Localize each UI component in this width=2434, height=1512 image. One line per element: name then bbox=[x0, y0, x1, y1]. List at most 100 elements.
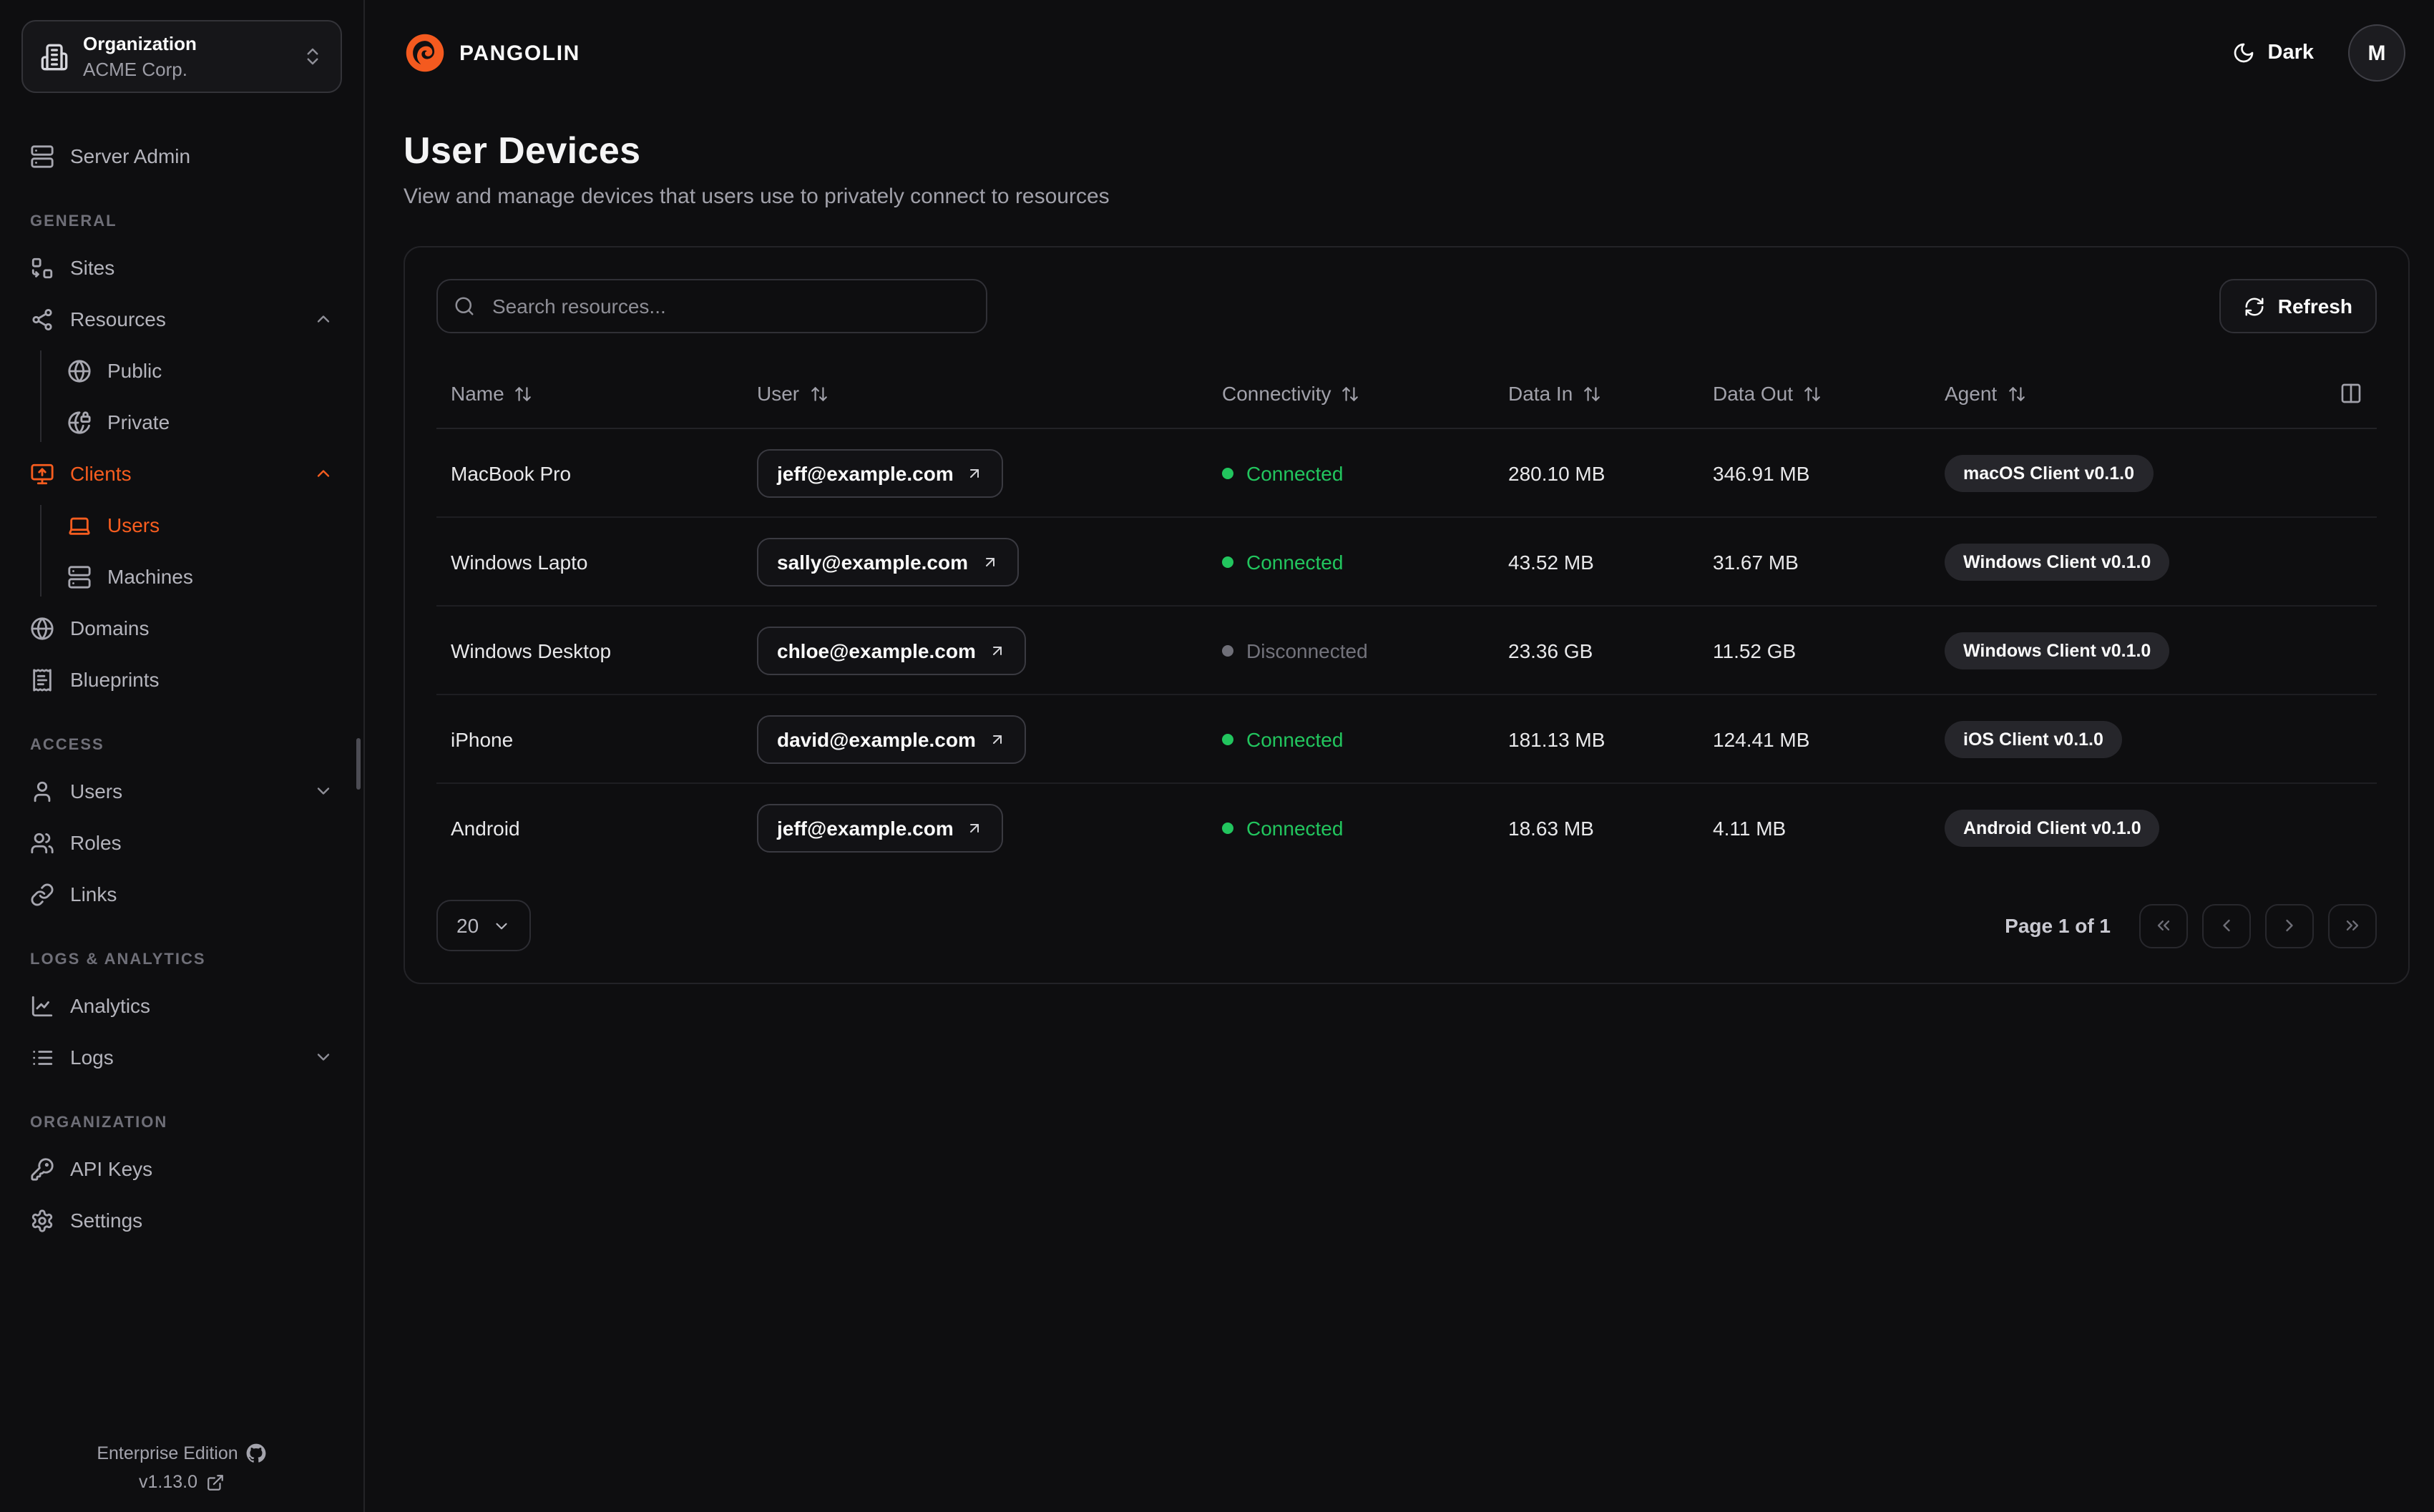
pangolin-logo-icon bbox=[404, 31, 446, 74]
top-bar: PANGOLIN Dark M bbox=[365, 0, 2434, 106]
user-link-button[interactable]: jeff@example.com bbox=[757, 803, 1004, 852]
column-header-data-out[interactable]: Data Out bbox=[1713, 382, 1945, 405]
key-icon bbox=[30, 1157, 54, 1181]
sidebar-item-label: Roles bbox=[70, 831, 122, 855]
edition-label: Enterprise Edition bbox=[97, 1443, 238, 1463]
sidebar-nav: Server Admin GENERAL Sites Resources Pub… bbox=[21, 130, 342, 1246]
data-in: 43.52 MB bbox=[1508, 550, 1594, 573]
table-header-row: Name User Connectivity Data In Data Out … bbox=[436, 359, 2377, 429]
sidebar-item-domains[interactable]: Domains bbox=[21, 602, 342, 654]
sidebar-item-private[interactable]: Private bbox=[59, 396, 342, 448]
page-title: User Devices bbox=[404, 129, 641, 172]
sidebar-item-label: Resources bbox=[70, 308, 166, 331]
agent-badge: Android Client v0.1.0 bbox=[1945, 809, 2160, 846]
gear-icon bbox=[30, 1208, 54, 1232]
sidebar-item-label: Logs bbox=[70, 1046, 114, 1069]
table-row: Windows Lapto sally@example.com Connecte… bbox=[436, 518, 2377, 607]
user-link-button[interactable]: chloe@example.com bbox=[757, 626, 1026, 674]
data-out: 124.41 MB bbox=[1713, 727, 1810, 750]
table-toolbar: Refresh bbox=[436, 279, 2377, 333]
arrow-up-right-icon bbox=[989, 730, 1006, 747]
globe-icon bbox=[67, 358, 92, 383]
data-in: 23.36 GB bbox=[1508, 639, 1593, 662]
sidebar-item-public[interactable]: Public bbox=[59, 345, 342, 396]
page-size-select[interactable]: 20 bbox=[436, 900, 531, 951]
theme-label: Dark bbox=[2267, 41, 2315, 64]
data-in: 280.10 MB bbox=[1508, 461, 1605, 484]
user-link-button[interactable]: sally@example.com bbox=[757, 537, 1018, 586]
first-page-button[interactable] bbox=[2139, 903, 2188, 948]
sidebar-item-clients-users[interactable]: Users bbox=[59, 499, 342, 551]
sidebar-item-links[interactable]: Links bbox=[21, 868, 342, 920]
column-header-name[interactable]: Name bbox=[451, 382, 757, 405]
sidebar-item-blueprints[interactable]: Blueprints bbox=[21, 654, 342, 705]
laptop-icon bbox=[67, 513, 92, 537]
column-header-data-in[interactable]: Data In bbox=[1508, 382, 1713, 405]
sidebar-item-roles[interactable]: Roles bbox=[21, 817, 342, 868]
user-link-button[interactable]: jeff@example.com bbox=[757, 448, 1004, 497]
table-row: MacBook Pro jeff@example.com Connected 2… bbox=[436, 429, 2377, 518]
sidebar-footer: Enterprise Edition v1.13.0 bbox=[0, 1435, 363, 1492]
globe-icon bbox=[30, 616, 54, 640]
section-label-logs-analytics: LOGS & ANALYTICS bbox=[30, 951, 206, 969]
data-in: 181.13 MB bbox=[1508, 727, 1605, 750]
sort-icon bbox=[1803, 384, 1822, 403]
clients-subnav: Users Machines bbox=[40, 499, 342, 602]
sidebar-item-settings[interactable]: Settings bbox=[21, 1194, 342, 1246]
data-out: 4.11 MB bbox=[1713, 816, 1787, 839]
user-link-button[interactable]: david@example.com bbox=[757, 715, 1026, 763]
device-name: MacBook Pro bbox=[451, 461, 572, 484]
data-out: 346.91 MB bbox=[1713, 461, 1810, 484]
chevron-down-icon bbox=[492, 916, 510, 935]
chevron-up-icon bbox=[313, 309, 333, 329]
section-label-access: ACCESS bbox=[30, 737, 104, 755]
section-label-general: GENERAL bbox=[30, 213, 117, 231]
connectivity-status: Connected bbox=[1222, 727, 1508, 750]
device-name: Android bbox=[451, 816, 520, 839]
org-switcher-title: Organization bbox=[83, 33, 197, 54]
next-page-button[interactable] bbox=[2265, 903, 2314, 948]
last-page-button[interactable] bbox=[2328, 903, 2377, 948]
sidebar-item-machines[interactable]: Machines bbox=[59, 551, 342, 602]
refresh-button[interactable]: Refresh bbox=[2219, 279, 2377, 333]
sidebar-item-analytics[interactable]: Analytics bbox=[21, 980, 342, 1031]
arrow-up-right-icon bbox=[967, 464, 984, 481]
columns-icon bbox=[2340, 382, 2362, 405]
sidebar-item-api-keys[interactable]: API Keys bbox=[21, 1143, 342, 1194]
column-header-user[interactable]: User bbox=[757, 382, 1222, 405]
sort-icon bbox=[514, 384, 533, 403]
sidebar-item-label: Blueprints bbox=[70, 668, 160, 692]
avatar[interactable]: M bbox=[2348, 24, 2405, 82]
github-icon[interactable] bbox=[247, 1443, 267, 1463]
columns-toggle-button[interactable] bbox=[2305, 382, 2362, 405]
search-input[interactable] bbox=[436, 279, 987, 333]
sort-icon bbox=[1341, 384, 1360, 403]
brand[interactable]: PANGOLIN bbox=[404, 31, 580, 74]
theme-toggle[interactable]: Dark bbox=[2224, 40, 2323, 66]
chart-line-icon bbox=[30, 993, 54, 1018]
sidebar-item-logs[interactable]: Logs bbox=[21, 1031, 342, 1083]
page-header: User Devices View and manage devices tha… bbox=[365, 106, 2434, 209]
column-header-connectivity[interactable]: Connectivity bbox=[1222, 382, 1508, 405]
agent-badge: Windows Client v0.1.0 bbox=[1945, 543, 2170, 580]
column-header-agent[interactable]: Agent bbox=[1945, 382, 2305, 405]
sidebar-scrollbar-thumb[interactable] bbox=[356, 738, 361, 790]
org-switcher[interactable]: Organization ACME Corp. bbox=[21, 20, 342, 94]
resources-icon bbox=[30, 307, 54, 331]
connectivity-status: Disconnected bbox=[1222, 639, 1508, 662]
status-dot bbox=[1222, 733, 1233, 745]
sidebar-item-users[interactable]: Users bbox=[21, 765, 342, 817]
sidebar: Organization ACME Corp. Server Admin GEN… bbox=[0, 0, 365, 1512]
user-icon bbox=[30, 779, 54, 803]
table-row: iPhone david@example.com Connected 181.1… bbox=[436, 695, 2377, 784]
prev-page-button[interactable] bbox=[2202, 903, 2251, 948]
external-link-icon[interactable] bbox=[206, 1473, 225, 1491]
page-subtitle: View and manage devices that users use t… bbox=[404, 185, 1110, 209]
connectivity-status: Connected bbox=[1222, 550, 1508, 573]
sidebar-item-resources[interactable]: Resources bbox=[21, 293, 342, 345]
sidebar-item-clients[interactable]: Clients bbox=[21, 448, 342, 499]
sidebar-item-sites[interactable]: Sites bbox=[21, 242, 342, 293]
sidebar-item-server-admin[interactable]: Server Admin bbox=[21, 130, 342, 182]
users-icon bbox=[30, 830, 54, 855]
sidebar-item-label: Users bbox=[70, 780, 123, 803]
